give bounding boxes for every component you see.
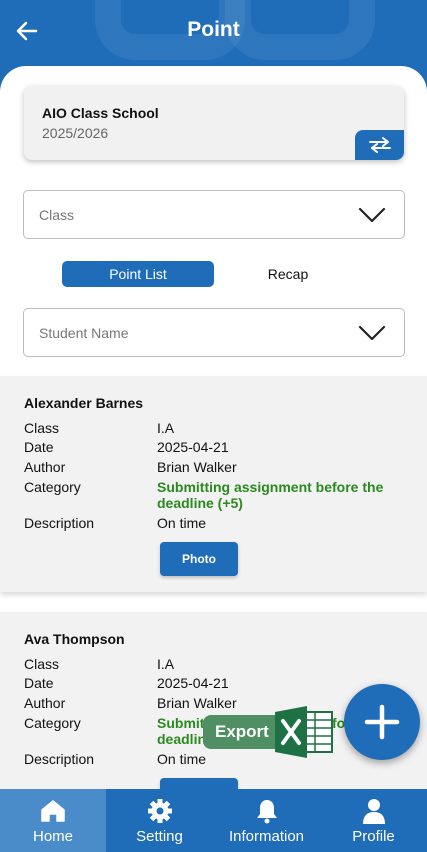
user-icon bbox=[362, 799, 385, 824]
author-label: Author bbox=[24, 459, 66, 475]
export-excel-button[interactable]: Export bbox=[203, 704, 333, 760]
plus-icon bbox=[364, 704, 400, 740]
home-icon bbox=[41, 800, 65, 822]
student-dropdown-placeholder: Student Name bbox=[39, 325, 129, 341]
author-label: Author bbox=[24, 695, 66, 711]
nav-profile[interactable]: Profile bbox=[320, 789, 427, 852]
switch-school-button[interactable] bbox=[355, 130, 404, 160]
add-point-button[interactable] bbox=[344, 684, 420, 760]
chevron-down-icon bbox=[358, 207, 386, 223]
class-dropdown[interactable]: Class bbox=[23, 190, 405, 239]
main-content: AIO Class School 2025/2026 Class Point L… bbox=[0, 66, 427, 796]
bell-icon bbox=[256, 800, 277, 824]
category-value: Submitting assignment before the deadlin… bbox=[157, 479, 384, 511]
gear-icon bbox=[147, 799, 172, 823]
bottom-navigation: Home Setting Information Profile bbox=[0, 789, 427, 852]
tab-point-list[interactable]: Point List bbox=[62, 261, 214, 287]
student-name: Ava Thompson bbox=[24, 631, 125, 647]
school-name: AIO Class School bbox=[42, 105, 159, 121]
class-label: Class bbox=[24, 420, 60, 436]
nav-setting[interactable]: Setting bbox=[106, 789, 213, 852]
photo-button[interactable]: Photo bbox=[160, 542, 238, 576]
excel-icon bbox=[275, 706, 333, 758]
date-value: 2025-04-21 bbox=[157, 439, 229, 455]
school-year: 2025/2026 bbox=[42, 125, 109, 141]
description-label: Description bbox=[24, 515, 95, 531]
point-record-card: Alexander Barnes Class I.A Date 2025-04-… bbox=[0, 376, 427, 592]
nav-setting-label: Setting bbox=[136, 828, 183, 845]
swap-icon bbox=[368, 137, 391, 153]
student-name-dropdown[interactable]: Student Name bbox=[23, 308, 405, 357]
nav-information[interactable]: Information bbox=[213, 789, 320, 852]
date-value: 2025-04-21 bbox=[157, 675, 229, 691]
nav-profile-label: Profile bbox=[352, 828, 395, 845]
description-value: On time bbox=[157, 515, 207, 531]
date-label: Date bbox=[24, 439, 54, 455]
date-label: Date bbox=[24, 675, 54, 691]
class-label: Class bbox=[24, 656, 60, 672]
tab-recap[interactable]: Recap bbox=[214, 261, 362, 287]
school-card: AIO Class School 2025/2026 bbox=[24, 86, 404, 160]
class-value: I.A bbox=[157, 420, 175, 436]
student-name: Alexander Barnes bbox=[24, 395, 144, 411]
nav-home-label: Home bbox=[32, 828, 73, 845]
class-value: I.A bbox=[157, 656, 175, 672]
nav-home[interactable]: Home bbox=[0, 789, 106, 852]
page-title: Point bbox=[187, 18, 240, 41]
category-label: Category bbox=[24, 479, 81, 495]
nav-information-label: Information bbox=[228, 828, 305, 845]
class-dropdown-placeholder: Class bbox=[39, 207, 75, 223]
author-value: Brian Walker bbox=[157, 459, 237, 475]
chevron-down-icon bbox=[358, 325, 386, 341]
category-label: Category bbox=[24, 715, 81, 731]
description-label: Description bbox=[24, 751, 95, 767]
